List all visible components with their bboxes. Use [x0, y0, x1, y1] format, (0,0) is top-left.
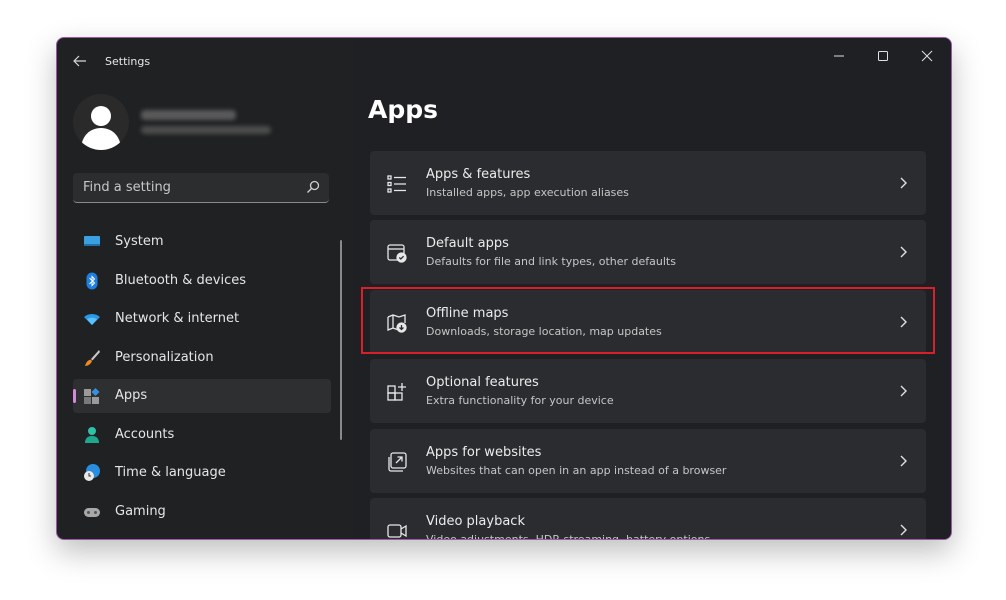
- highlight-box: [361, 287, 935, 354]
- avatar: [73, 94, 129, 150]
- monitor-icon: [84, 236, 100, 246]
- card-subtitle: Extra functionality for your device: [426, 394, 614, 408]
- back-arrow-icon: [73, 55, 86, 67]
- sidebar-item-apps[interactable]: Apps: [73, 379, 331, 413]
- card-title: Video playback: [426, 513, 525, 529]
- search-box[interactable]: Find a setting: [73, 173, 329, 203]
- chevron-right-icon: [900, 524, 907, 536]
- sidebar-item-label: Personalization: [115, 349, 214, 365]
- apps-icon: [84, 388, 100, 404]
- wifi-icon: [84, 314, 100, 325]
- user-profile[interactable]: [73, 94, 333, 154]
- close-icon: [921, 50, 933, 62]
- sidebar-item-label: Network & internet: [115, 311, 240, 326]
- title-bar: Settings: [57, 38, 951, 84]
- default-apps-icon: [387, 244, 407, 264]
- search-input[interactable]: Find a setting: [83, 180, 171, 195]
- chevron-right-icon: [900, 385, 907, 397]
- card-video-playback[interactable]: Video playback Video adjustments, HDR st…: [370, 497, 926, 540]
- sidebar-item-time-language[interactable]: Time & language: [73, 456, 331, 490]
- bluetooth-icon: [86, 272, 98, 289]
- card-subtitle: Video adjustments, HDR streaming, batter…: [426, 532, 711, 540]
- grid-plus-icon: [387, 383, 406, 401]
- page-title: Apps: [368, 95, 439, 124]
- sidebar-nav: System Bluetooth & devices Network & int…: [73, 225, 331, 533]
- brush-icon: [85, 349, 100, 366]
- sidebar-item-bluetooth[interactable]: Bluetooth & devices: [73, 264, 331, 298]
- chevron-right-icon: [900, 455, 907, 467]
- sidebar-item-label: Bluetooth & devices: [115, 272, 246, 288]
- card-title: Apps & features: [426, 167, 531, 182]
- minimize-icon: [834, 55, 844, 57]
- card-apps-for-websites[interactable]: Apps for websites Websites that can open…: [370, 428, 926, 493]
- card-title: Default apps: [426, 236, 509, 252]
- user-name-blurred: [141, 110, 236, 120]
- sidebar-item-label: Gaming: [115, 503, 166, 519]
- chevron-right-icon: [900, 246, 907, 258]
- card-subtitle: Installed apps, app execution aliases: [426, 186, 629, 199]
- user-email-blurred: [141, 126, 271, 134]
- card-apps-features[interactable]: Apps & features Installed apps, app exec…: [370, 151, 926, 215]
- gamepad-icon: [84, 507, 100, 517]
- search-icon[interactable]: [305, 179, 321, 195]
- minimize-button[interactable]: [817, 43, 861, 73]
- maximize-icon: [878, 51, 888, 61]
- card-subtitle: Websites that can open in an app instead…: [426, 463, 727, 477]
- sidebar-item-accounts[interactable]: Accounts: [73, 418, 331, 452]
- video-camera-icon: [387, 524, 407, 538]
- sidebar-item-label: System: [115, 234, 164, 249]
- sidebar-item-label: Apps: [115, 388, 148, 403]
- sidebar-item-system[interactable]: System: [73, 225, 331, 259]
- back-button[interactable]: [69, 51, 91, 71]
- sidebar-item-label: Time & language: [115, 465, 226, 480]
- card-optional-features[interactable]: Optional features Extra functionality fo…: [370, 359, 926, 424]
- card-title: Optional features: [426, 375, 539, 391]
- card-subtitle: Defaults for file and link types, other …: [426, 255, 676, 269]
- list-icon: [387, 175, 406, 193]
- sidebar-item-label: Accounts: [115, 426, 175, 442]
- person-avatar-icon: [81, 106, 121, 150]
- sidebar-item-network[interactable]: Network & internet: [73, 302, 331, 336]
- active-indicator: [73, 389, 76, 403]
- card-default-apps[interactable]: Default apps Defaults for file and link …: [370, 220, 926, 285]
- maximize-button[interactable]: [861, 43, 905, 73]
- sidebar-item-gaming[interactable]: Gaming: [73, 495, 331, 529]
- card-title: Apps for websites: [426, 444, 542, 460]
- chevron-right-icon: [900, 177, 907, 189]
- settings-window: Settings Find a setting System Bluetooth…: [56, 37, 952, 540]
- sidebar-item-personalization[interactable]: Personalization: [73, 341, 331, 375]
- person-icon: [85, 426, 99, 443]
- app-title: Settings: [105, 55, 151, 68]
- globe-clock-icon: [84, 464, 100, 481]
- open-external-icon: [388, 451, 407, 472]
- sidebar-scrollbar[interactable]: [340, 240, 342, 440]
- close-button[interactable]: [905, 43, 949, 73]
